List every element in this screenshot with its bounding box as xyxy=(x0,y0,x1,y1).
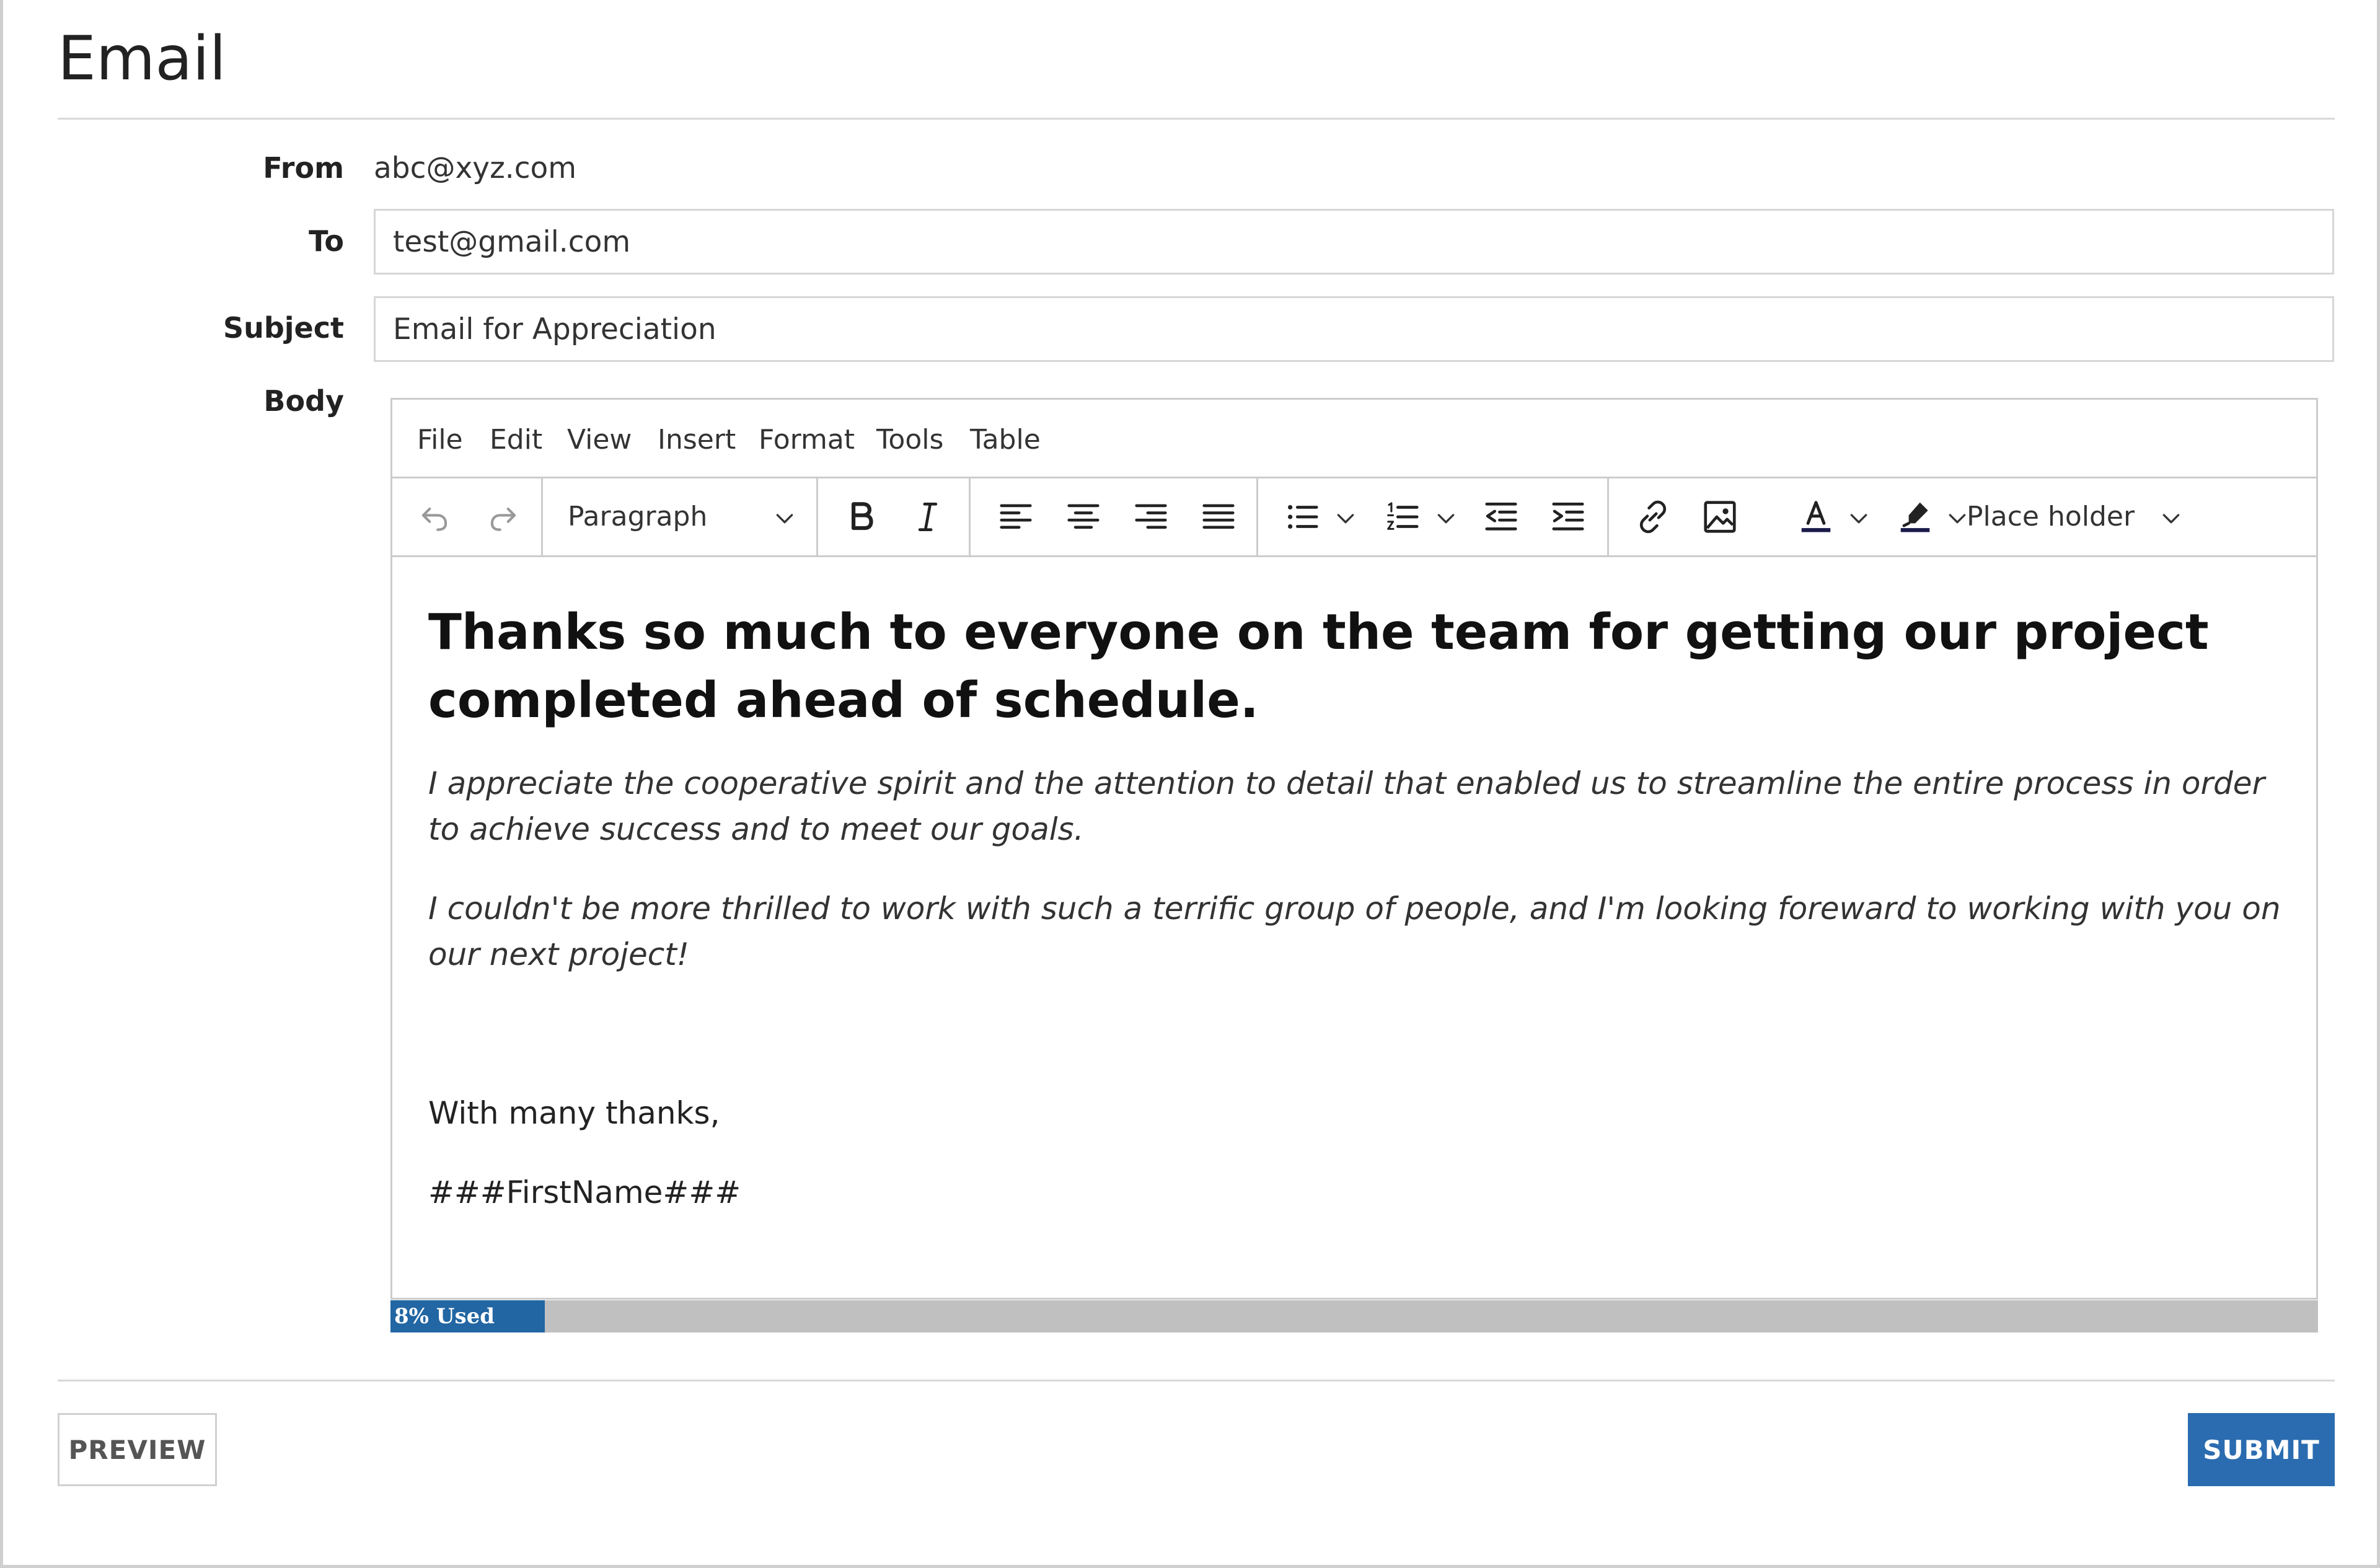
align-center-button[interactable] xyxy=(1062,496,1104,538)
chevron-down-icon[interactable] xyxy=(772,506,797,531)
menu-view[interactable]: View xyxy=(567,425,632,456)
body-label: Body xyxy=(263,384,344,418)
content-paragraph: I appreciate the cooperative spirit and … xyxy=(428,765,2265,847)
from-value: abc@xyz.com xyxy=(374,151,577,185)
indent-icon xyxy=(1552,503,1584,531)
content-paragraph: I couldn't be more thrilled to work with… xyxy=(428,891,2281,972)
toolbar-separator xyxy=(1607,478,1609,555)
header-divider xyxy=(58,118,2335,120)
menu-tools[interactable]: Tools xyxy=(876,425,943,456)
editor-menubar: File Edit View Insert Format Tools Table xyxy=(392,400,2316,478)
chevron-down-icon[interactable] xyxy=(1434,506,1458,531)
to-label: To xyxy=(309,224,344,258)
align-left-icon xyxy=(1000,504,1032,529)
toolbar-separator xyxy=(969,478,971,555)
menu-format[interactable]: Format xyxy=(759,425,855,456)
indent-button[interactable] xyxy=(1547,496,1589,538)
image-button[interactable] xyxy=(1699,496,1741,538)
menu-insert[interactable]: Insert xyxy=(658,425,736,456)
menu-table[interactable]: Table xyxy=(970,425,1041,456)
link-button[interactable] xyxy=(1632,496,1674,538)
subject-input[interactable] xyxy=(374,296,2334,362)
content-heading: Thanks so much to everyone on the team f… xyxy=(428,604,2209,729)
outdent-button[interactable] xyxy=(1480,496,1522,538)
chevron-down-icon[interactable] xyxy=(1846,506,1871,531)
text-color-icon xyxy=(1801,501,1831,532)
toolbar-separator xyxy=(541,478,543,555)
subject-label: Subject xyxy=(223,311,344,345)
to-input[interactable] xyxy=(374,209,2334,275)
bold-icon xyxy=(851,502,873,531)
italic-button[interactable] xyxy=(907,496,949,538)
numbered-list-button[interactable] xyxy=(1382,496,1424,538)
align-justify-button[interactable] xyxy=(1197,496,1240,538)
align-justify-icon xyxy=(1202,504,1235,529)
menu-edit[interactable]: Edit xyxy=(490,425,542,456)
footer-divider xyxy=(58,1380,2335,1381)
chevron-down-icon[interactable] xyxy=(2159,506,2184,531)
highlight-icon xyxy=(1900,502,1930,532)
outdent-icon xyxy=(1485,503,1517,531)
redo-button[interactable] xyxy=(482,496,524,538)
image-icon xyxy=(1704,501,1736,533)
text-color-button[interactable] xyxy=(1795,496,1837,538)
redo-icon xyxy=(490,508,516,531)
italic-icon xyxy=(918,503,938,531)
highlight-button[interactable] xyxy=(1894,496,1936,538)
block-format-select[interactable]: Paragraph xyxy=(568,501,707,533)
bold-button[interactable] xyxy=(840,496,883,538)
menu-file[interactable]: File xyxy=(417,425,463,456)
undo-icon xyxy=(421,508,447,531)
editor-toolbar: Paragraph Place holder xyxy=(392,478,2316,557)
signature-placeholder: ###FirstName### xyxy=(428,1174,741,1210)
rich-text-editor: File Edit View Insert Format Tools Table… xyxy=(390,398,2318,1300)
align-left-button[interactable] xyxy=(995,496,1037,538)
email-page: Email From abc@xyz.com To Subject Body F… xyxy=(0,0,2380,1568)
closing-line: With many thanks, xyxy=(428,1095,720,1131)
toolbar-separator xyxy=(816,478,818,555)
align-right-button[interactable] xyxy=(1130,496,1172,538)
bullet-list-icon xyxy=(1288,504,1318,529)
placeholder-select[interactable]: Place holder xyxy=(1967,501,2135,533)
from-label: From xyxy=(263,151,344,185)
link-icon xyxy=(1639,500,1667,534)
align-center-icon xyxy=(1067,504,1100,529)
submit-button[interactable]: SUBMIT xyxy=(2188,1413,2335,1486)
undo-button[interactable] xyxy=(413,496,456,538)
chevron-down-icon[interactable] xyxy=(1333,506,1358,531)
usage-label: 8% Used xyxy=(394,1304,495,1329)
bullet-list-button[interactable] xyxy=(1281,496,1323,538)
chevron-down-icon[interactable] xyxy=(1945,506,1970,531)
page-title: Email xyxy=(58,24,226,94)
align-right-icon xyxy=(1135,504,1167,529)
numbered-list-icon xyxy=(1387,502,1419,530)
editor-content[interactable]: Thanks so much to everyone on the team f… xyxy=(428,598,2281,1215)
preview-button[interactable]: PREVIEW xyxy=(58,1413,217,1486)
toolbar-separator xyxy=(1256,478,1258,555)
usage-progress-bar: 8% Used xyxy=(390,1300,2318,1332)
